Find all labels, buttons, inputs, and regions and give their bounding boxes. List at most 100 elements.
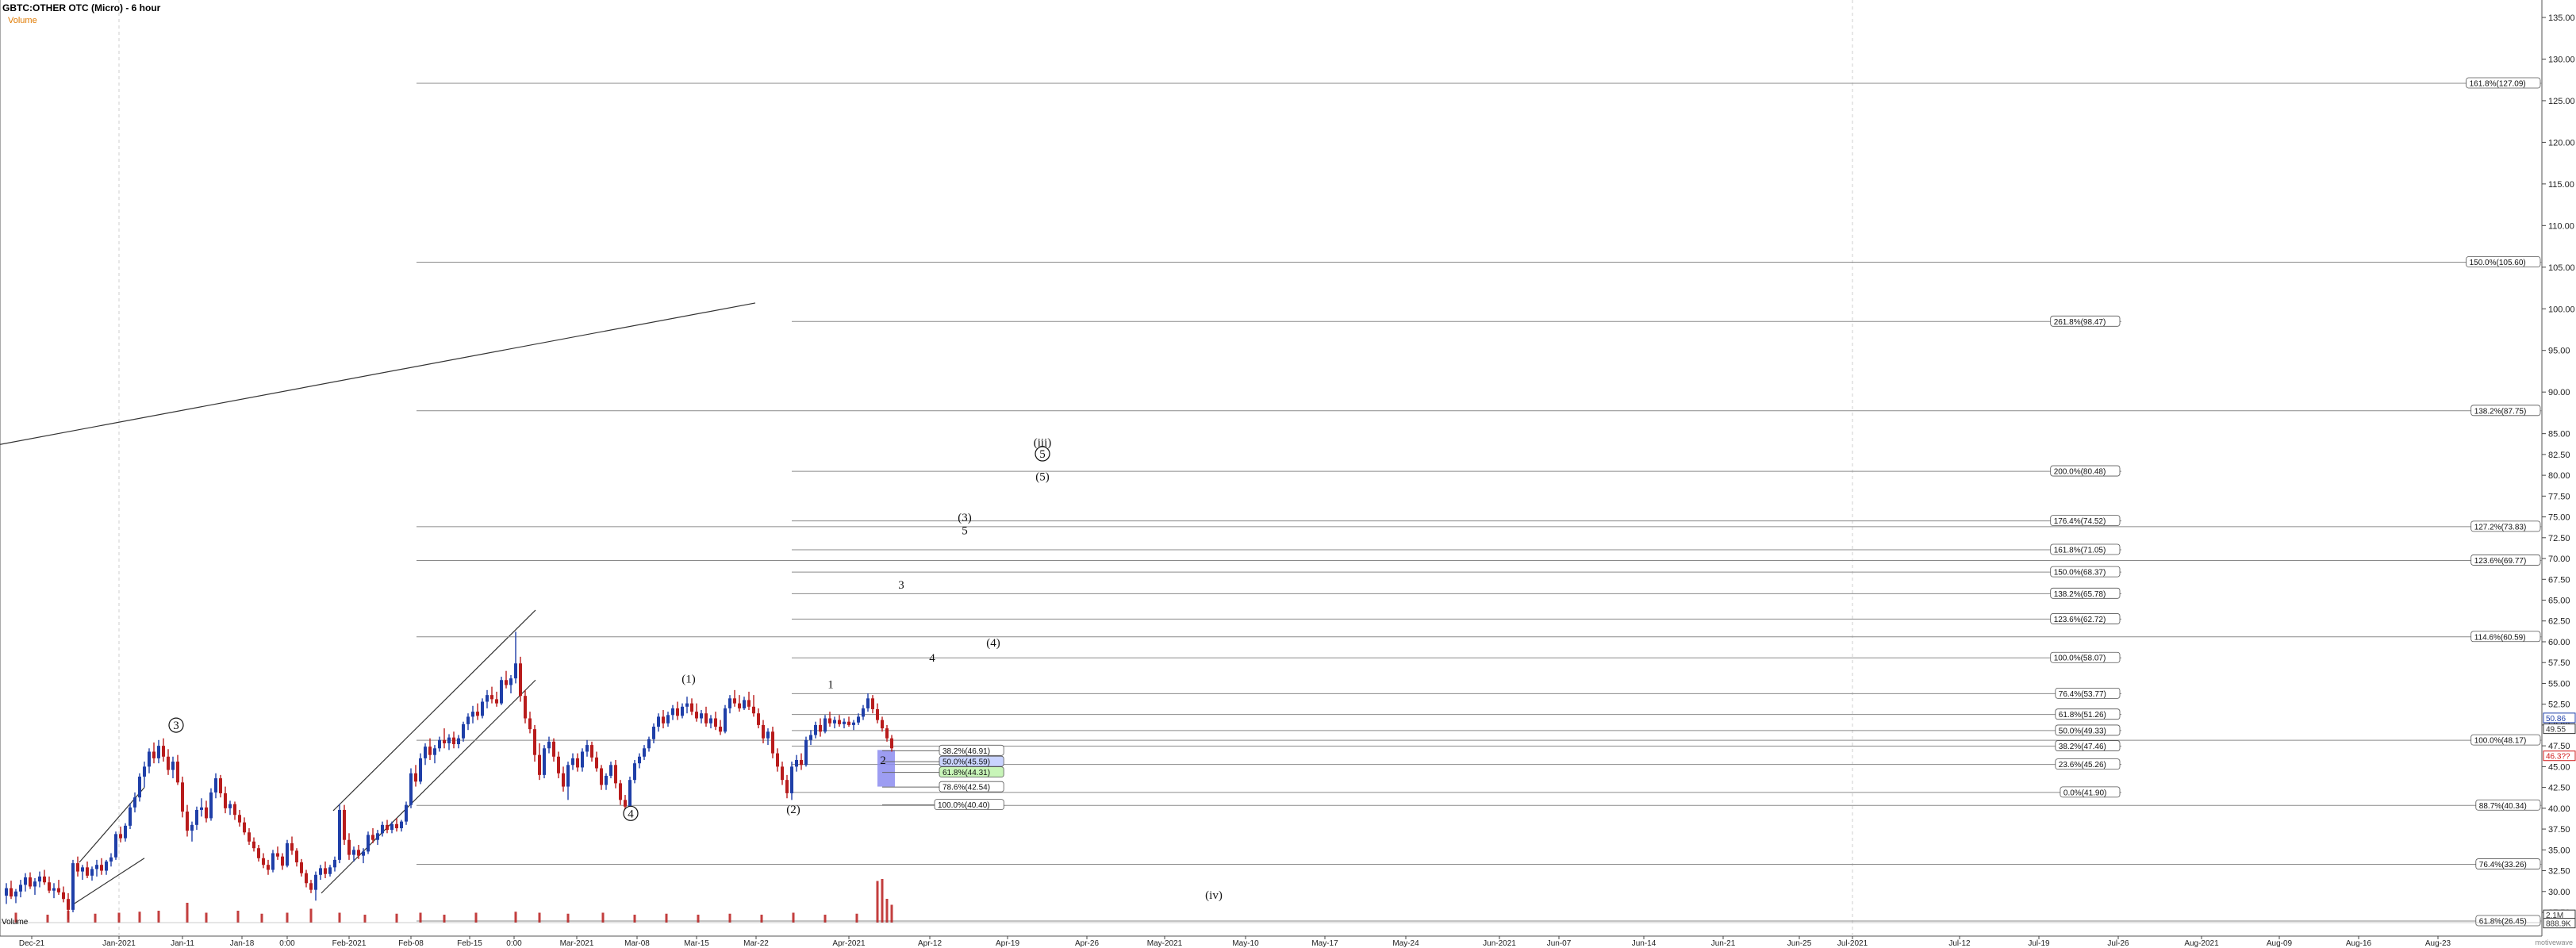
axis-price-tag-label: 49.55 bbox=[2546, 726, 2566, 735]
candle-body bbox=[500, 680, 503, 704]
y-tick-label: 90.00 bbox=[2548, 388, 2570, 397]
candle-body bbox=[671, 708, 674, 716]
candle-body bbox=[543, 748, 546, 775]
candle-body bbox=[48, 882, 51, 891]
volume-bar bbox=[419, 912, 422, 923]
volume-bar bbox=[395, 913, 398, 923]
fib-level-label: 76.4%(53.77) bbox=[2059, 690, 2106, 699]
x-tick-label: Jul-19 bbox=[2028, 939, 2050, 948]
candle-body bbox=[804, 739, 808, 766]
candle-body bbox=[709, 718, 712, 723]
candle-body bbox=[300, 862, 303, 873]
candle-body bbox=[181, 782, 184, 812]
candle-body bbox=[267, 865, 270, 870]
wave-label: 1 bbox=[827, 679, 834, 692]
fib-level-label: 200.0%(80.48) bbox=[2054, 468, 2106, 477]
candle-body bbox=[662, 716, 665, 723]
candle-body bbox=[367, 835, 370, 852]
candle-body bbox=[171, 762, 175, 770]
candle-body bbox=[885, 728, 889, 739]
candle-body bbox=[214, 778, 217, 793]
candle-body bbox=[409, 773, 413, 805]
candle-body bbox=[248, 832, 251, 842]
x-tick-label: May-17 bbox=[1311, 939, 1338, 948]
wave-label: (iv) bbox=[1205, 889, 1223, 902]
y-tick-label: 72.50 bbox=[2548, 534, 2570, 543]
candle-body bbox=[228, 804, 232, 808]
y-tick-label: 80.00 bbox=[2548, 471, 2570, 481]
volume-bar bbox=[157, 911, 160, 923]
price-chart[interactable]: 161.8%(127.09) 150.0%(105.60) 138.2%(87.75… bbox=[0, 0, 2576, 948]
candle-body bbox=[576, 758, 579, 768]
y-tick-label: 105.00 bbox=[2548, 263, 2575, 273]
y-tick-label: 130.00 bbox=[2548, 55, 2575, 64]
candle-body bbox=[552, 741, 555, 757]
candle-body bbox=[752, 706, 755, 714]
candle-body bbox=[67, 899, 70, 910]
volume-bar bbox=[46, 915, 49, 923]
x-tick-label: Jun-2021 bbox=[1483, 939, 1516, 948]
fib-level-label: 123.6%(62.72) bbox=[2054, 616, 2106, 624]
y-tick-label: 52.50 bbox=[2548, 700, 2570, 710]
candle-body bbox=[309, 883, 313, 890]
candle-body bbox=[419, 758, 422, 782]
x-tick-label: Aug-16 bbox=[2346, 939, 2372, 948]
candle-body bbox=[81, 867, 84, 872]
wave-label: 3 bbox=[173, 720, 179, 732]
candle-body bbox=[38, 876, 41, 882]
candle-body bbox=[262, 858, 265, 865]
fib-level-label: 61.8%(26.45) bbox=[2479, 918, 2527, 927]
wave-label: 5 bbox=[1039, 448, 1046, 461]
candle-body bbox=[381, 824, 384, 834]
wave-label: 4 bbox=[628, 808, 634, 820]
y-tick-label: 85.00 bbox=[2548, 430, 2570, 439]
candle-body bbox=[823, 718, 827, 732]
candle-body bbox=[481, 701, 484, 716]
candle-body bbox=[333, 859, 336, 868]
candle-body bbox=[305, 873, 308, 884]
candle-body bbox=[633, 763, 636, 781]
candle-body bbox=[443, 739, 446, 743]
chart-title: GBTC:OTHER OTC (Micro) - 6 hour bbox=[2, 2, 161, 13]
candle-body bbox=[838, 720, 841, 724]
candle-body bbox=[457, 738, 460, 745]
candle-body bbox=[395, 823, 398, 829]
candle-body bbox=[690, 703, 693, 712]
volume-bar bbox=[138, 912, 141, 923]
retracement-label: 38.2%(46.91) bbox=[942, 747, 990, 756]
y-tick-label: 37.50 bbox=[2548, 825, 2570, 835]
x-tick-label: Dec-21 bbox=[19, 939, 45, 948]
candle-body bbox=[814, 724, 817, 735]
volume-bar bbox=[286, 912, 289, 923]
fib-level-label: 50.0%(49.33) bbox=[2059, 727, 2106, 735]
candle-body bbox=[666, 715, 670, 723]
candle-body bbox=[252, 841, 255, 849]
x-tick-label: Apr-19 bbox=[996, 939, 1019, 948]
volume-bar bbox=[538, 912, 541, 923]
candle-body bbox=[138, 776, 141, 798]
wave-label: (4) bbox=[986, 637, 1000, 650]
candle-body bbox=[785, 780, 789, 793]
candle-body bbox=[157, 746, 160, 758]
candle-body bbox=[133, 797, 136, 808]
candle-body bbox=[524, 696, 527, 719]
y-tick-label: 45.00 bbox=[2548, 762, 2570, 772]
candle-body bbox=[200, 807, 203, 810]
wave-label: 3 bbox=[898, 579, 904, 592]
volume-bar bbox=[67, 911, 70, 923]
wave-label: (5) bbox=[1035, 470, 1050, 483]
candle-body bbox=[762, 724, 765, 739]
candle-body bbox=[557, 756, 560, 773]
candle-body bbox=[647, 739, 651, 749]
candle-body bbox=[400, 821, 403, 829]
x-tick-label: Jan-18 bbox=[230, 939, 255, 948]
fib-level-label: 150.0%(68.37) bbox=[2054, 569, 2106, 578]
y-tick-label: 82.50 bbox=[2548, 451, 2570, 460]
candle-body bbox=[271, 853, 274, 870]
candle-body bbox=[62, 892, 65, 900]
fib-level-label: 123.6%(69.77) bbox=[2474, 557, 2527, 566]
volume-bar bbox=[697, 915, 700, 923]
candle-body bbox=[286, 842, 289, 866]
x-tick-label: Jul-12 bbox=[1948, 939, 1971, 948]
x-tick-label: Jun-25 bbox=[1787, 939, 1812, 948]
